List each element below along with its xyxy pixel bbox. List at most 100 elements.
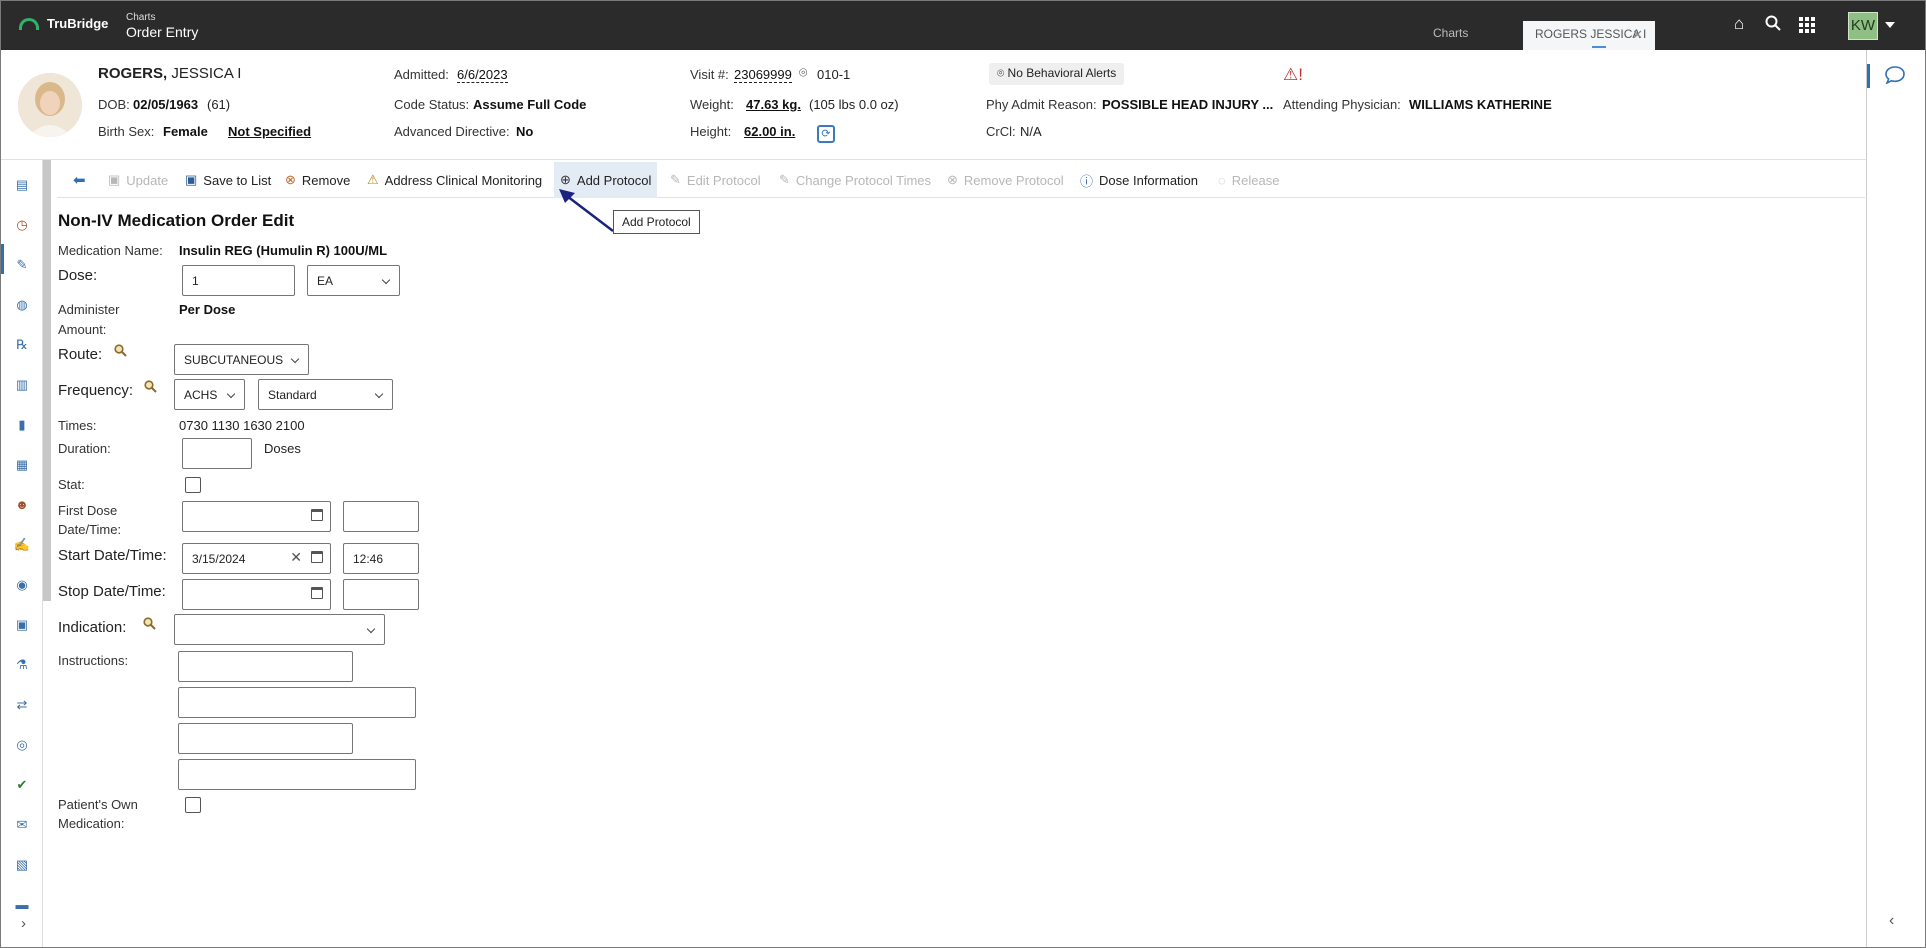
address-clinical-monitoring-button[interactable]: ⚠ Address Clinical Monitoring <box>367 162 542 198</box>
stop-date-input[interactable] <box>182 579 331 610</box>
logo-icon <box>19 17 39 30</box>
change-protocol-times-button[interactable]: ✎ Change Protocol Times <box>779 162 931 198</box>
first-dose-label: First Dose <box>58 503 118 518</box>
warning-icon: ⚠ <box>367 172 379 187</box>
search-icon[interactable] <box>1765 15 1781 35</box>
calendar-icon[interactable] <box>311 551 323 563</box>
add-circle-icon: ⊕ <box>560 172 571 187</box>
remove-icon: ⊗ <box>947 172 958 187</box>
lab-flask-icon[interactable]: ⚗ <box>13 656 31 674</box>
chart-icon[interactable]: ▣ <box>13 616 31 634</box>
administer-amount-value: Per Dose <box>179 302 236 317</box>
folder-icon[interactable]: ▬ <box>13 896 31 914</box>
database-icon[interactable]: ▦ <box>13 456 31 474</box>
chevron-right-icon[interactable]: › <box>21 915 26 932</box>
back-arrow-icon[interactable]: ⬅ <box>73 162 86 198</box>
brand-logo[interactable]: TruBridge <box>19 16 108 31</box>
home-icon[interactable]: ⌂ <box>1734 14 1744 34</box>
height-value[interactable]: 62.00 in. <box>744 124 795 139</box>
patients-own-medication-checkbox[interactable] <box>185 797 201 813</box>
top-bar: TruBridge Charts Order Entry Charts ROGE… <box>1 1 1925 50</box>
duration-input[interactable] <box>182 438 252 469</box>
dose-input[interactable]: 1 <box>182 265 295 296</box>
instructions-line-4[interactable] <box>178 759 416 790</box>
dose-label: Dose: <box>58 267 98 284</box>
user-avatar[interactable]: KW <box>1848 12 1878 40</box>
instructions-line-3[interactable] <box>178 723 353 754</box>
person-icon[interactable]: ☻ <box>13 496 31 514</box>
indication-select[interactable] <box>174 614 385 645</box>
grid-icon[interactable] <box>1799 17 1815 38</box>
age-value: (61) <box>207 97 231 112</box>
calendar-icon[interactable] <box>311 509 323 521</box>
gender-identity-link[interactable]: Not Specified <box>228 124 311 139</box>
clock-icon[interactable]: ◷ <box>13 216 31 234</box>
patients-own-medication-label-2: Medication: <box>58 816 125 831</box>
dose-information-button[interactable]: ⓘ Dose Information <box>1080 162 1198 198</box>
remove-button[interactable]: ⊗ Remove <box>285 162 350 198</box>
chevron-left-icon[interactable]: ‹ <box>1889 912 1894 930</box>
frequency-select[interactable]: ACHS <box>174 379 245 410</box>
first-dose-date-input[interactable] <box>182 501 331 532</box>
behavioral-alerts-badge[interactable]: ⌾ No Behavioral Alerts <box>989 63 1125 85</box>
times-value: 0730 1130 1630 2100 <box>179 418 305 433</box>
edit-protocol-button[interactable]: ✎ Edit Protocol <box>670 162 761 198</box>
close-icon[interactable]: ✕ <box>1632 27 1643 43</box>
tab-patient[interactable]: ROGERS JESSICA I ✕ <box>1523 21 1655 50</box>
calendar-icon[interactable] <box>311 587 323 599</box>
search-icon[interactable] <box>143 617 156 633</box>
breadcrumb-parent[interactable]: Charts <box>126 12 198 23</box>
device-icon[interactable]: ▮ <box>13 416 31 434</box>
stop-time-input[interactable] <box>343 579 419 610</box>
search-icon[interactable] <box>114 344 127 360</box>
check-globe-icon[interactable]: ✔ <box>13 776 31 794</box>
crcl-label: CrCl: <box>986 124 1016 139</box>
start-time-input[interactable]: 12:46 <box>343 543 419 574</box>
release-button[interactable]: ◌ Release <box>1218 162 1279 198</box>
update-button[interactable]: ▣ Update <box>108 162 168 198</box>
admitted-label: Admitted: <box>394 67 449 82</box>
route-select[interactable]: SUBCUTANEOUS <box>174 344 309 375</box>
visit-value[interactable]: 23069999 <box>734 67 792 83</box>
allergy-warning-icon[interactable]: ⚠! <box>1283 65 1303 85</box>
transfer-icon[interactable]: ⇄ <box>13 696 31 714</box>
left-scrollbar[interactable] <box>43 160 51 601</box>
start-date-input[interactable]: 3/15/2024 ✕ <box>182 543 331 574</box>
notes-icon[interactable]: ✍ <box>13 536 31 554</box>
consult-icon[interactable]: ✉ <box>13 816 31 834</box>
remove-protocol-button[interactable]: ⊗ Remove Protocol <box>947 162 1064 198</box>
info-icon: ⓘ <box>1080 173 1094 189</box>
chevron-down-icon[interactable] <box>1885 22 1895 28</box>
medication-name-value: Insulin REG (Humulin R) 100U/ML <box>179 243 388 258</box>
admit-reason-value: POSSIBLE HEAD INJURY ... <box>1102 97 1274 112</box>
save-to-list-button[interactable]: ▣ Save to List <box>185 162 271 198</box>
weight-value[interactable]: 47.63 kg. <box>746 97 801 112</box>
dose-unit-select[interactable]: EA <box>307 265 400 296</box>
save-icon: ▣ <box>108 172 121 187</box>
clear-icon[interactable]: ✕ <box>290 549 302 566</box>
frequency-type-select[interactable]: Standard <box>258 379 393 410</box>
report-icon[interactable]: ▧ <box>13 856 31 874</box>
globe-icon[interactable]: ◍ <box>13 296 31 314</box>
patient-header: ROGERS, JESSICA I DOB: 02/05/1963 (61) B… <box>1 50 1867 160</box>
world-icon[interactable]: ◉ <box>13 576 31 594</box>
chat-bubble-icon[interactable] <box>1885 66 1905 89</box>
medication-icon[interactable]: ℞ <box>13 336 31 354</box>
order-entry-icon[interactable]: ✎ <box>13 256 31 274</box>
instructions-line-2[interactable] <box>178 687 416 718</box>
settings-globe-icon[interactable]: ◎ <box>13 736 31 754</box>
height-label: Height: <box>690 124 732 139</box>
calculator-icon[interactable]: ⟳ <box>817 125 835 143</box>
tooltip: Add Protocol <box>613 210 700 234</box>
search-icon[interactable] <box>144 380 157 396</box>
tab-charts[interactable]: Charts <box>1433 26 1468 40</box>
instructions-line-1[interactable] <box>178 651 353 682</box>
times-label: Times: <box>58 418 97 433</box>
summary-icon[interactable]: ▤ <box>13 176 31 194</box>
birth-sex-value: Female <box>163 124 208 139</box>
first-dose-time-input[interactable] <box>343 501 419 532</box>
document-icon[interactable]: ▥ <box>13 376 31 394</box>
birth-sex-label: Birth Sex: <box>98 124 155 139</box>
admitted-value[interactable]: 6/6/2023 <box>457 67 508 83</box>
stat-checkbox[interactable] <box>185 477 201 493</box>
